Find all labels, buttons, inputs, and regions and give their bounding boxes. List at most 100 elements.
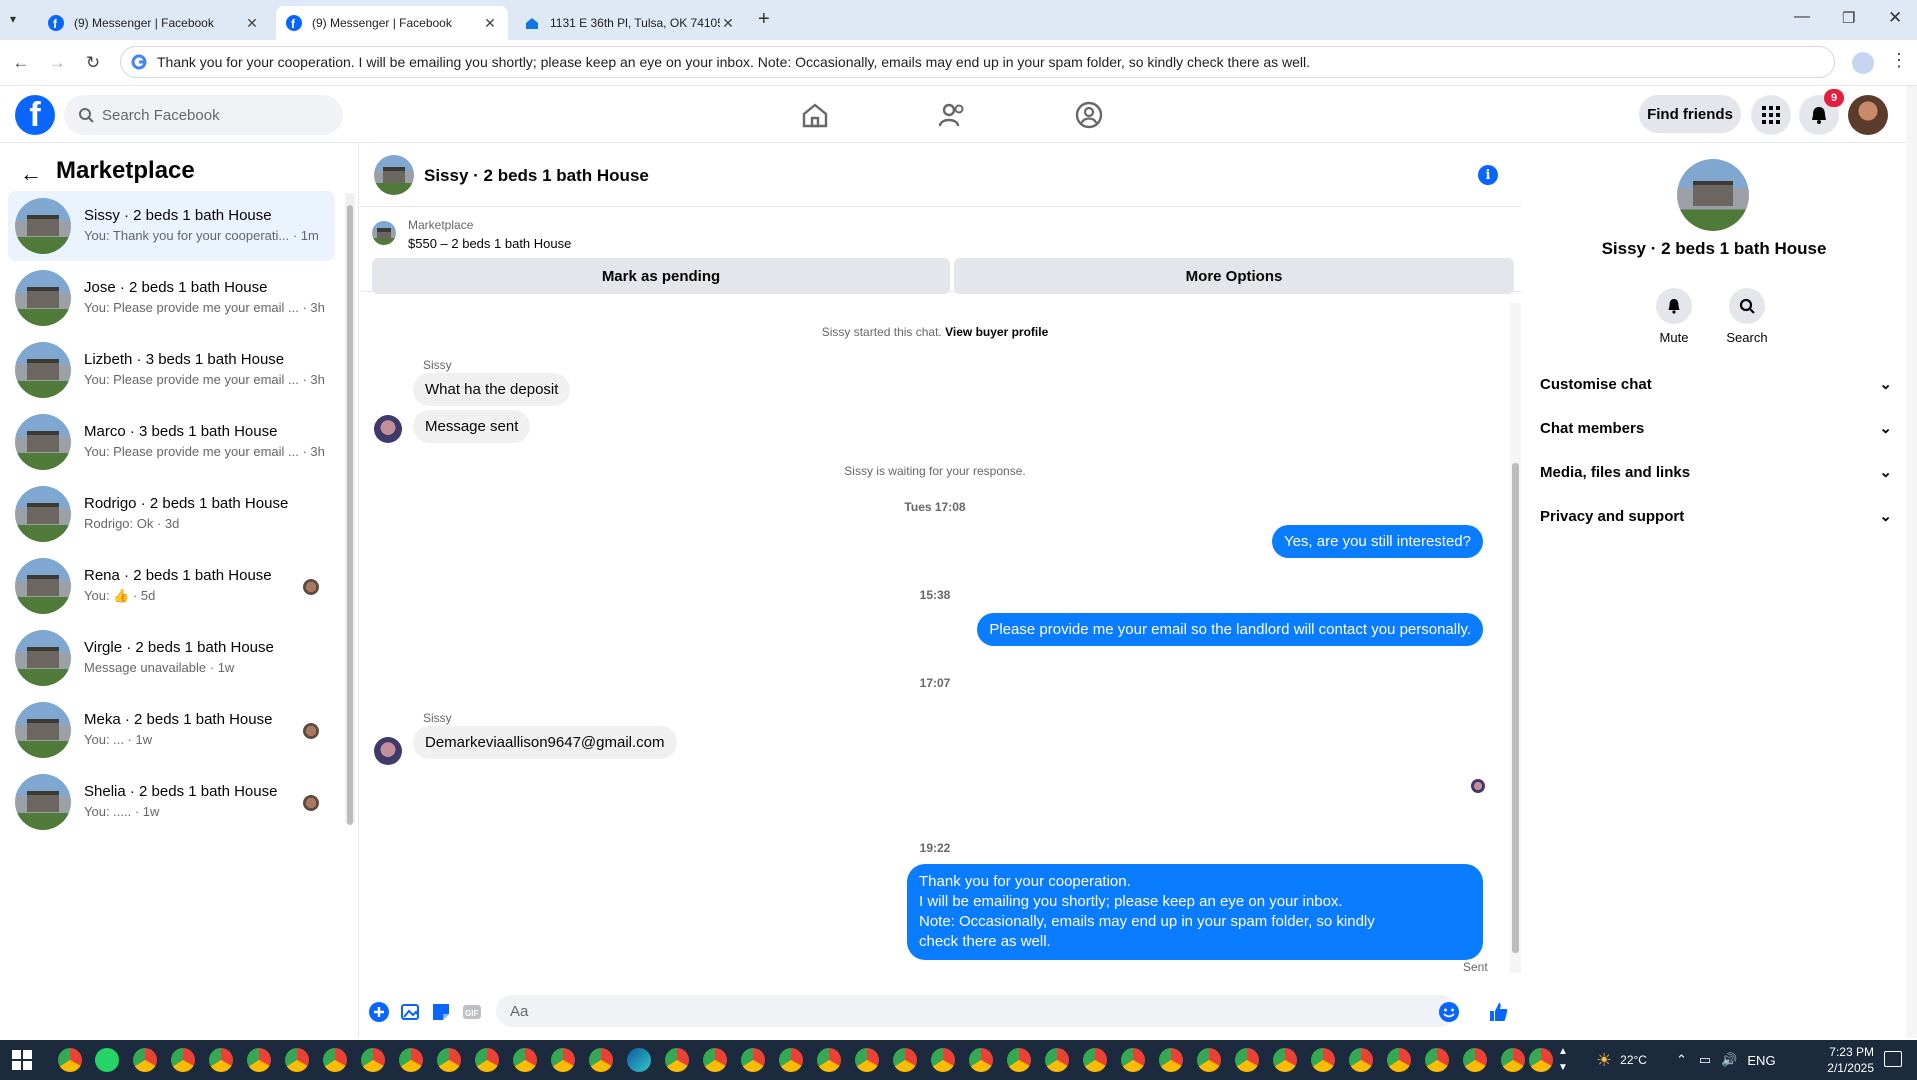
chrome-icon[interactable] xyxy=(1007,1048,1031,1072)
browser-profile-icon[interactable] xyxy=(1852,52,1874,74)
forward-arrow-icon[interactable]: → xyxy=(46,52,68,74)
conversation-item[interactable]: Shelia · 2 beds 1 bath House You: ..... … xyxy=(8,767,335,837)
view-buyer-profile-link[interactable]: View buyer profile xyxy=(945,325,1048,339)
page-scrollbar[interactable] xyxy=(1906,86,1917,1038)
scrollbar-thumb[interactable] xyxy=(1512,463,1519,953)
chrome-icon[interactable] xyxy=(703,1048,727,1072)
browser-menu-icon[interactable]: ⋮ xyxy=(1890,50,1908,71)
chrome-icon[interactable] xyxy=(247,1048,271,1072)
chrome-icon[interactable] xyxy=(437,1048,461,1072)
add-plus-icon[interactable] xyxy=(368,1001,390,1023)
chrome-icon[interactable] xyxy=(58,1048,82,1072)
chrome-icon[interactable] xyxy=(779,1048,803,1072)
chrome-icon[interactable] xyxy=(171,1048,195,1072)
tab-close-icon[interactable]: ✕ xyxy=(244,15,260,32)
gif-icon[interactable]: GIF xyxy=(461,1001,483,1023)
sender-avatar[interactable] xyxy=(374,415,402,443)
notification-center-icon[interactable] xyxy=(1884,1051,1902,1067)
facebook-logo-icon[interactable]: f xyxy=(15,95,55,135)
incoming-message[interactable]: Demarkeviaallison9647@gmail.com xyxy=(413,726,677,759)
chrome-icon[interactable] xyxy=(855,1048,879,1072)
outgoing-message[interactable]: Thank you for your cooperation. I will b… xyxy=(907,864,1483,960)
language-label[interactable]: ENG xyxy=(1747,1053,1775,1068)
chrome-icon[interactable] xyxy=(361,1048,385,1072)
chrome-icon[interactable] xyxy=(133,1048,157,1072)
details-avatar[interactable] xyxy=(1677,159,1749,231)
media-files-links-section[interactable]: Media, files and links ⌄ xyxy=(1540,454,1892,490)
weather-widget[interactable]: ☀ 22°C xyxy=(1596,1040,1647,1080)
clock[interactable]: 7:23 PM 2/1/2025 xyxy=(1818,1040,1874,1080)
back-arrow-icon[interactable]: ← xyxy=(20,161,42,187)
chrome-icon[interactable] xyxy=(1463,1048,1487,1072)
emoji-icon[interactable] xyxy=(1438,1001,1460,1023)
tab-close-icon[interactable]: ✕ xyxy=(482,15,498,32)
conversation-item[interactable]: Virgle · 2 beds 1 bath House Message una… xyxy=(8,623,335,693)
network-icon[interactable]: ▭ xyxy=(1699,1052,1711,1068)
chrome-icon[interactable] xyxy=(931,1048,955,1072)
new-tab-icon[interactable]: + xyxy=(758,8,770,31)
outgoing-message[interactable]: Yes, are you still interested? xyxy=(1271,525,1483,558)
show-hidden-icons-icon[interactable]: ⌃ xyxy=(1676,1052,1687,1068)
mute-action[interactable]: Mute xyxy=(1644,288,1704,345)
chrome-icon[interactable] xyxy=(1159,1048,1183,1072)
chrome-icon[interactable] xyxy=(399,1048,423,1072)
message-input[interactable] xyxy=(496,995,1456,1027)
outgoing-message[interactable]: Please provide me your email so the land… xyxy=(977,613,1483,646)
mark-as-pending-button[interactable]: Mark as pending xyxy=(372,258,950,294)
chat-title[interactable]: Sissy · 2 beds 1 bath House xyxy=(424,166,649,186)
info-icon[interactable]: i xyxy=(1478,165,1498,185)
chrome-icon[interactable] xyxy=(323,1048,347,1072)
find-friends-button[interactable]: Find friends xyxy=(1639,95,1741,133)
reload-icon[interactable]: ↻ xyxy=(82,52,104,74)
message-thread-scrollbar[interactable] xyxy=(1510,303,1521,973)
chrome-icon[interactable] xyxy=(1045,1048,1069,1072)
chrome-icon[interactable] xyxy=(1083,1048,1107,1072)
groups-icon[interactable] xyxy=(1074,100,1104,130)
sticker-icon[interactable] xyxy=(430,1001,452,1023)
chrome-icon[interactable] xyxy=(1235,1048,1259,1072)
conversation-item[interactable]: Rodrigo · 2 beds 1 bath House Rodrigo: O… xyxy=(8,479,335,549)
menu-grid-icon[interactable] xyxy=(1751,95,1791,135)
windows-start-icon[interactable] xyxy=(12,1050,32,1070)
conversation-item[interactable]: Marco · 3 beds 1 bath House You: Please … xyxy=(8,407,335,477)
chrome-icon[interactable] xyxy=(551,1048,575,1072)
chrome-icon[interactable] xyxy=(817,1048,841,1072)
chrome-icon[interactable] xyxy=(589,1048,613,1072)
chrome-icon[interactable] xyxy=(1121,1048,1145,1072)
chrome-icon[interactable] xyxy=(893,1048,917,1072)
edge-icon[interactable] xyxy=(627,1048,651,1072)
chat-avatar[interactable] xyxy=(374,155,414,195)
back-arrow-icon[interactable]: ← xyxy=(10,52,32,74)
photo-icon[interactable] xyxy=(399,1001,421,1023)
home-icon[interactable] xyxy=(800,100,830,130)
browser-tab-3[interactable]: 1131 E 36th Pl, Tulsa, OK 74105 ✕ xyxy=(514,6,746,40)
browser-tab-1[interactable]: f (9) Messenger | Facebook ✕ xyxy=(38,6,270,40)
incoming-message[interactable]: Message sent xyxy=(413,410,531,443)
browser-tab-2[interactable]: f (9) Messenger | Facebook ✕ xyxy=(276,6,508,40)
conversation-item[interactable]: Meka · 2 beds 1 bath House You: ... · 1w xyxy=(8,695,335,765)
chrome-icon[interactable] xyxy=(513,1048,537,1072)
thumbs-up-icon[interactable] xyxy=(1487,1001,1509,1023)
chrome-icon[interactable] xyxy=(741,1048,765,1072)
listing-thumbnail[interactable] xyxy=(372,221,396,245)
listing-price[interactable]: $550 – 2 beds 1 bath House xyxy=(408,236,571,251)
customise-chat-section[interactable]: Customise chat ⌄ xyxy=(1540,366,1892,402)
conversation-list-scrollbar[interactable] xyxy=(345,193,355,825)
chrome-icon[interactable] xyxy=(1529,1048,1553,1072)
chrome-icon[interactable] xyxy=(1387,1048,1411,1072)
incoming-message[interactable]: What ha the deposit xyxy=(413,373,571,406)
chrome-icon[interactable] xyxy=(1197,1048,1221,1072)
friends-icon[interactable] xyxy=(937,100,967,130)
conversation-item[interactable]: Sissy · 2 beds 1 bath House You: Thank y… xyxy=(8,191,335,261)
tray-icons[interactable]: ⌃ ▭ 🔊 ENG xyxy=(1676,1040,1776,1080)
search-facebook-field[interactable]: Search Facebook xyxy=(64,95,343,135)
chrome-icon[interactable] xyxy=(1501,1048,1525,1072)
address-bar[interactable]: Thank you for your cooperation. I will b… xyxy=(120,46,1835,78)
chrome-icon[interactable] xyxy=(475,1048,499,1072)
chrome-icon[interactable] xyxy=(665,1048,689,1072)
search-action[interactable]: Search xyxy=(1717,288,1777,345)
tab-close-icon[interactable]: ✕ xyxy=(720,15,736,32)
conversation-item[interactable]: Lizbeth · 3 beds 1 bath House You: Pleas… xyxy=(8,335,335,405)
scrollbar-thumb[interactable] xyxy=(347,205,353,825)
chrome-icon[interactable] xyxy=(209,1048,233,1072)
